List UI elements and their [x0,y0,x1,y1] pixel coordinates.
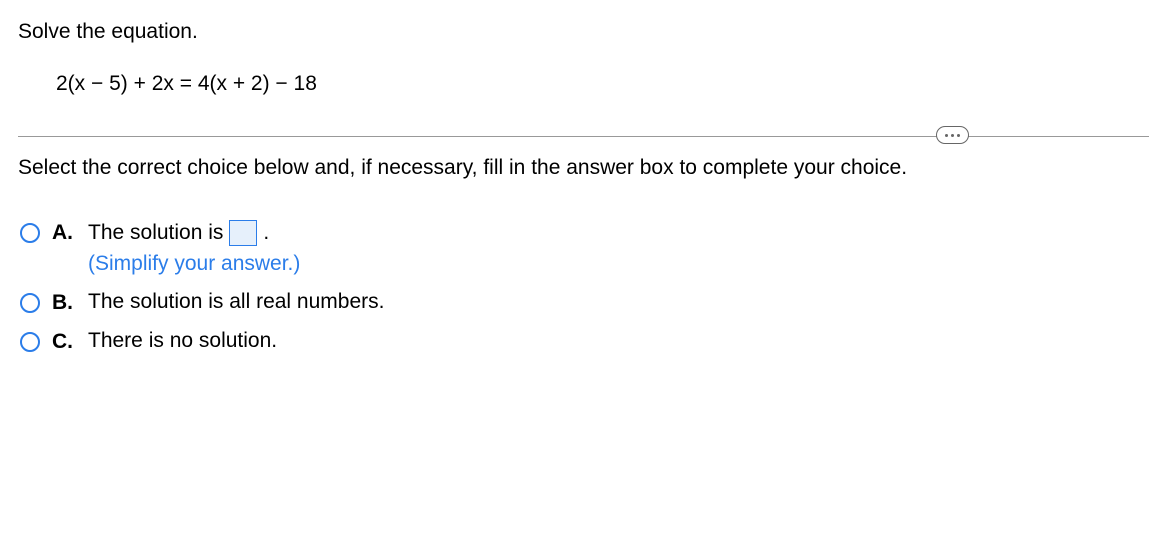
choice-c-letter: C. [52,330,76,354]
ellipsis-icon [945,134,948,137]
ellipsis-icon [957,134,960,137]
choice-b-content: The solution is all real numbers. [88,290,384,314]
choice-c: C. There is no solution. [20,329,1149,354]
divider-line [18,136,1149,137]
radio-a[interactable] [20,223,40,243]
choice-a: A. The solution is . (Simplify your answ… [20,220,1149,276]
ellipsis-icon [951,134,954,137]
choice-list: A. The solution is . (Simplify your answ… [20,220,1149,354]
radio-c[interactable] [20,332,40,352]
choice-a-text-before: The solution is [88,221,223,245]
choice-a-text-after: . [263,221,269,245]
choice-a-letter: A. [52,221,76,245]
choice-a-content: The solution is . (Simplify your answer.… [88,220,300,276]
choice-c-text: There is no solution. [88,329,277,353]
instruction-text: Solve the equation. [18,20,1149,44]
choice-a-line: The solution is . [88,220,300,246]
radio-b[interactable] [20,293,40,313]
choice-a-hint: (Simplify your answer.) [88,252,300,276]
choice-b: B. The solution is all real numbers. [20,290,1149,315]
choice-b-text: The solution is all real numbers. [88,290,384,314]
choice-b-letter: B. [52,291,76,315]
more-options-button[interactable] [936,126,969,144]
select-prompt: Select the correct choice below and, if … [18,156,1149,180]
equation-text: 2(x − 5) + 2x = 4(x + 2) − 18 [56,72,1149,96]
choice-c-content: There is no solution. [88,329,277,353]
answer-input-box[interactable] [229,220,257,246]
